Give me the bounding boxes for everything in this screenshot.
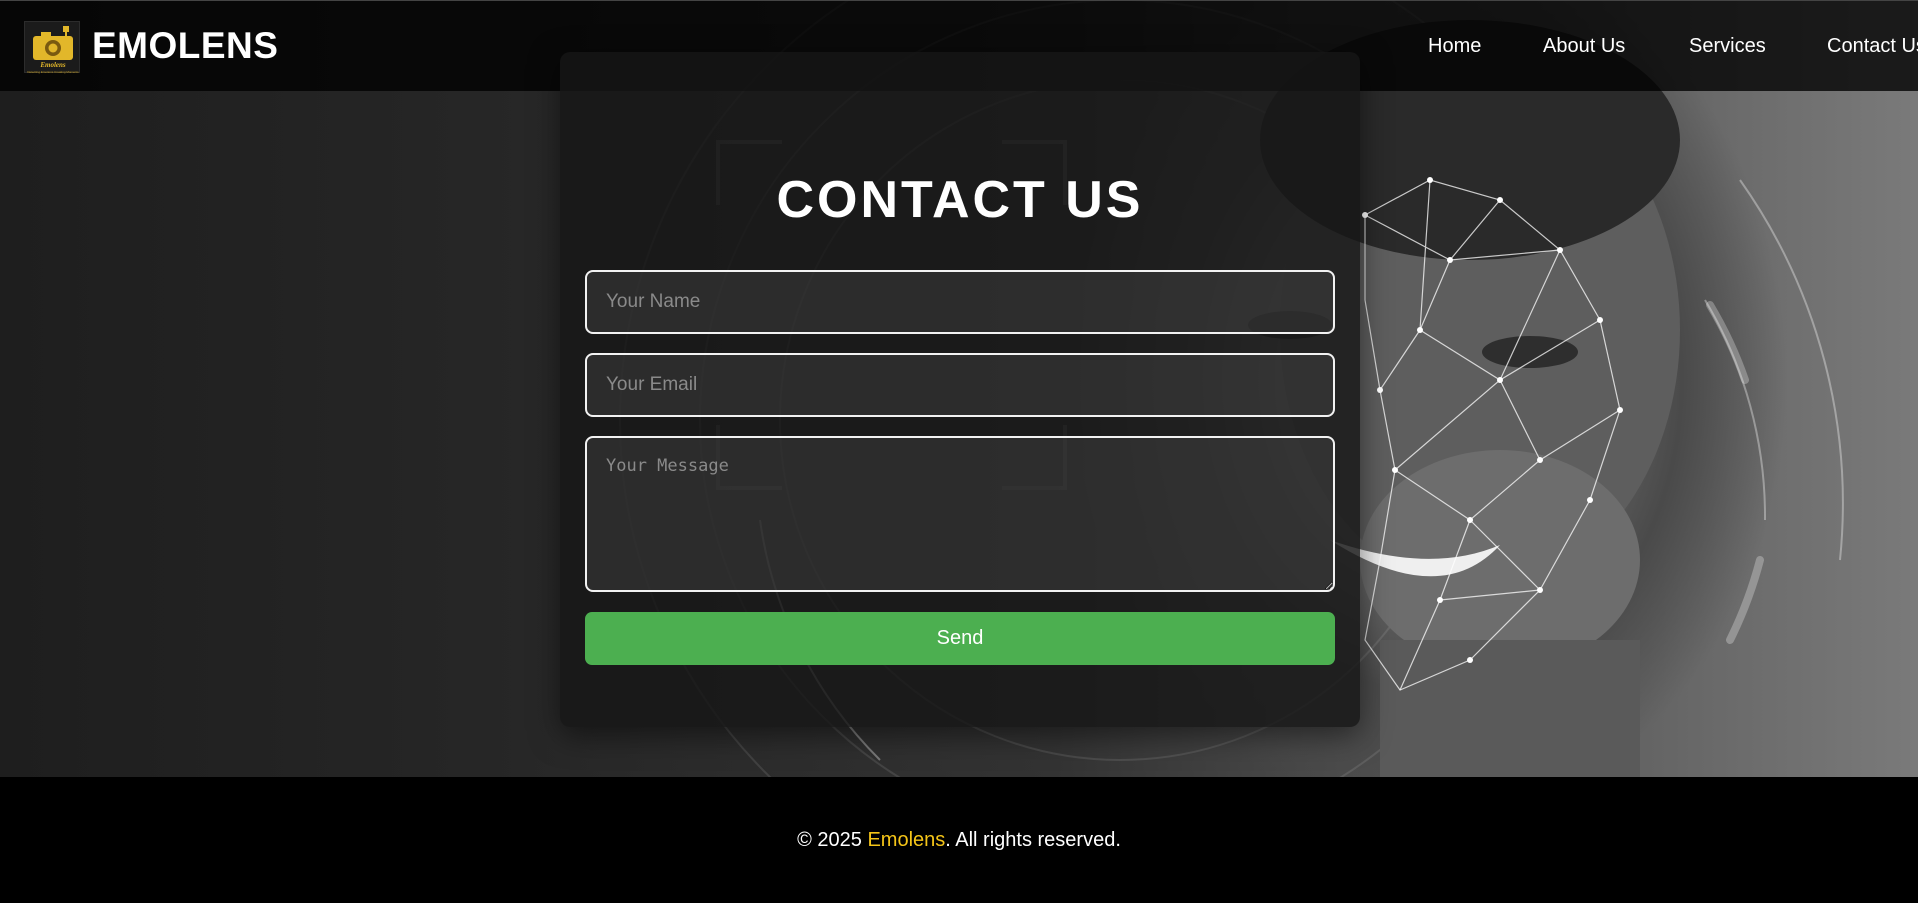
email-input[interactable]	[585, 353, 1335, 417]
page-footer: © 2025 Emolens . All rights reserved.	[0, 777, 1918, 903]
copyright-prefix: © 2025	[797, 828, 868, 851]
brand-name[interactable]: EMOLENS	[92, 25, 278, 67]
nav-item-about-us[interactable]: About Us	[1543, 35, 1625, 58]
name-input[interactable]	[585, 270, 1335, 334]
send-button[interactable]: Send	[585, 612, 1335, 665]
nav-item-contact-us[interactable]: Contact Us	[1827, 35, 1918, 58]
logo-text: Emolens	[39, 61, 66, 69]
copyright-suffix: . All rights reserved.	[945, 828, 1121, 851]
contact-form-card: CONTACT US Send	[560, 52, 1360, 727]
logo-tagline: Detecting Emotions Creating Moments	[27, 70, 79, 74]
brand-logo[interactable]: Emolens Detecting Emotions Creating Mome…	[24, 21, 80, 74]
page-title: CONTACT US	[776, 171, 1144, 229]
camera-icon: Emolens Detecting Emotions Creating Mome…	[27, 26, 79, 74]
nav-item-home[interactable]: Home	[1428, 35, 1481, 58]
nav-item-services[interactable]: Services	[1689, 35, 1766, 58]
message-textarea[interactable]	[585, 436, 1335, 592]
footer-brand-name: Emolens	[867, 828, 946, 851]
